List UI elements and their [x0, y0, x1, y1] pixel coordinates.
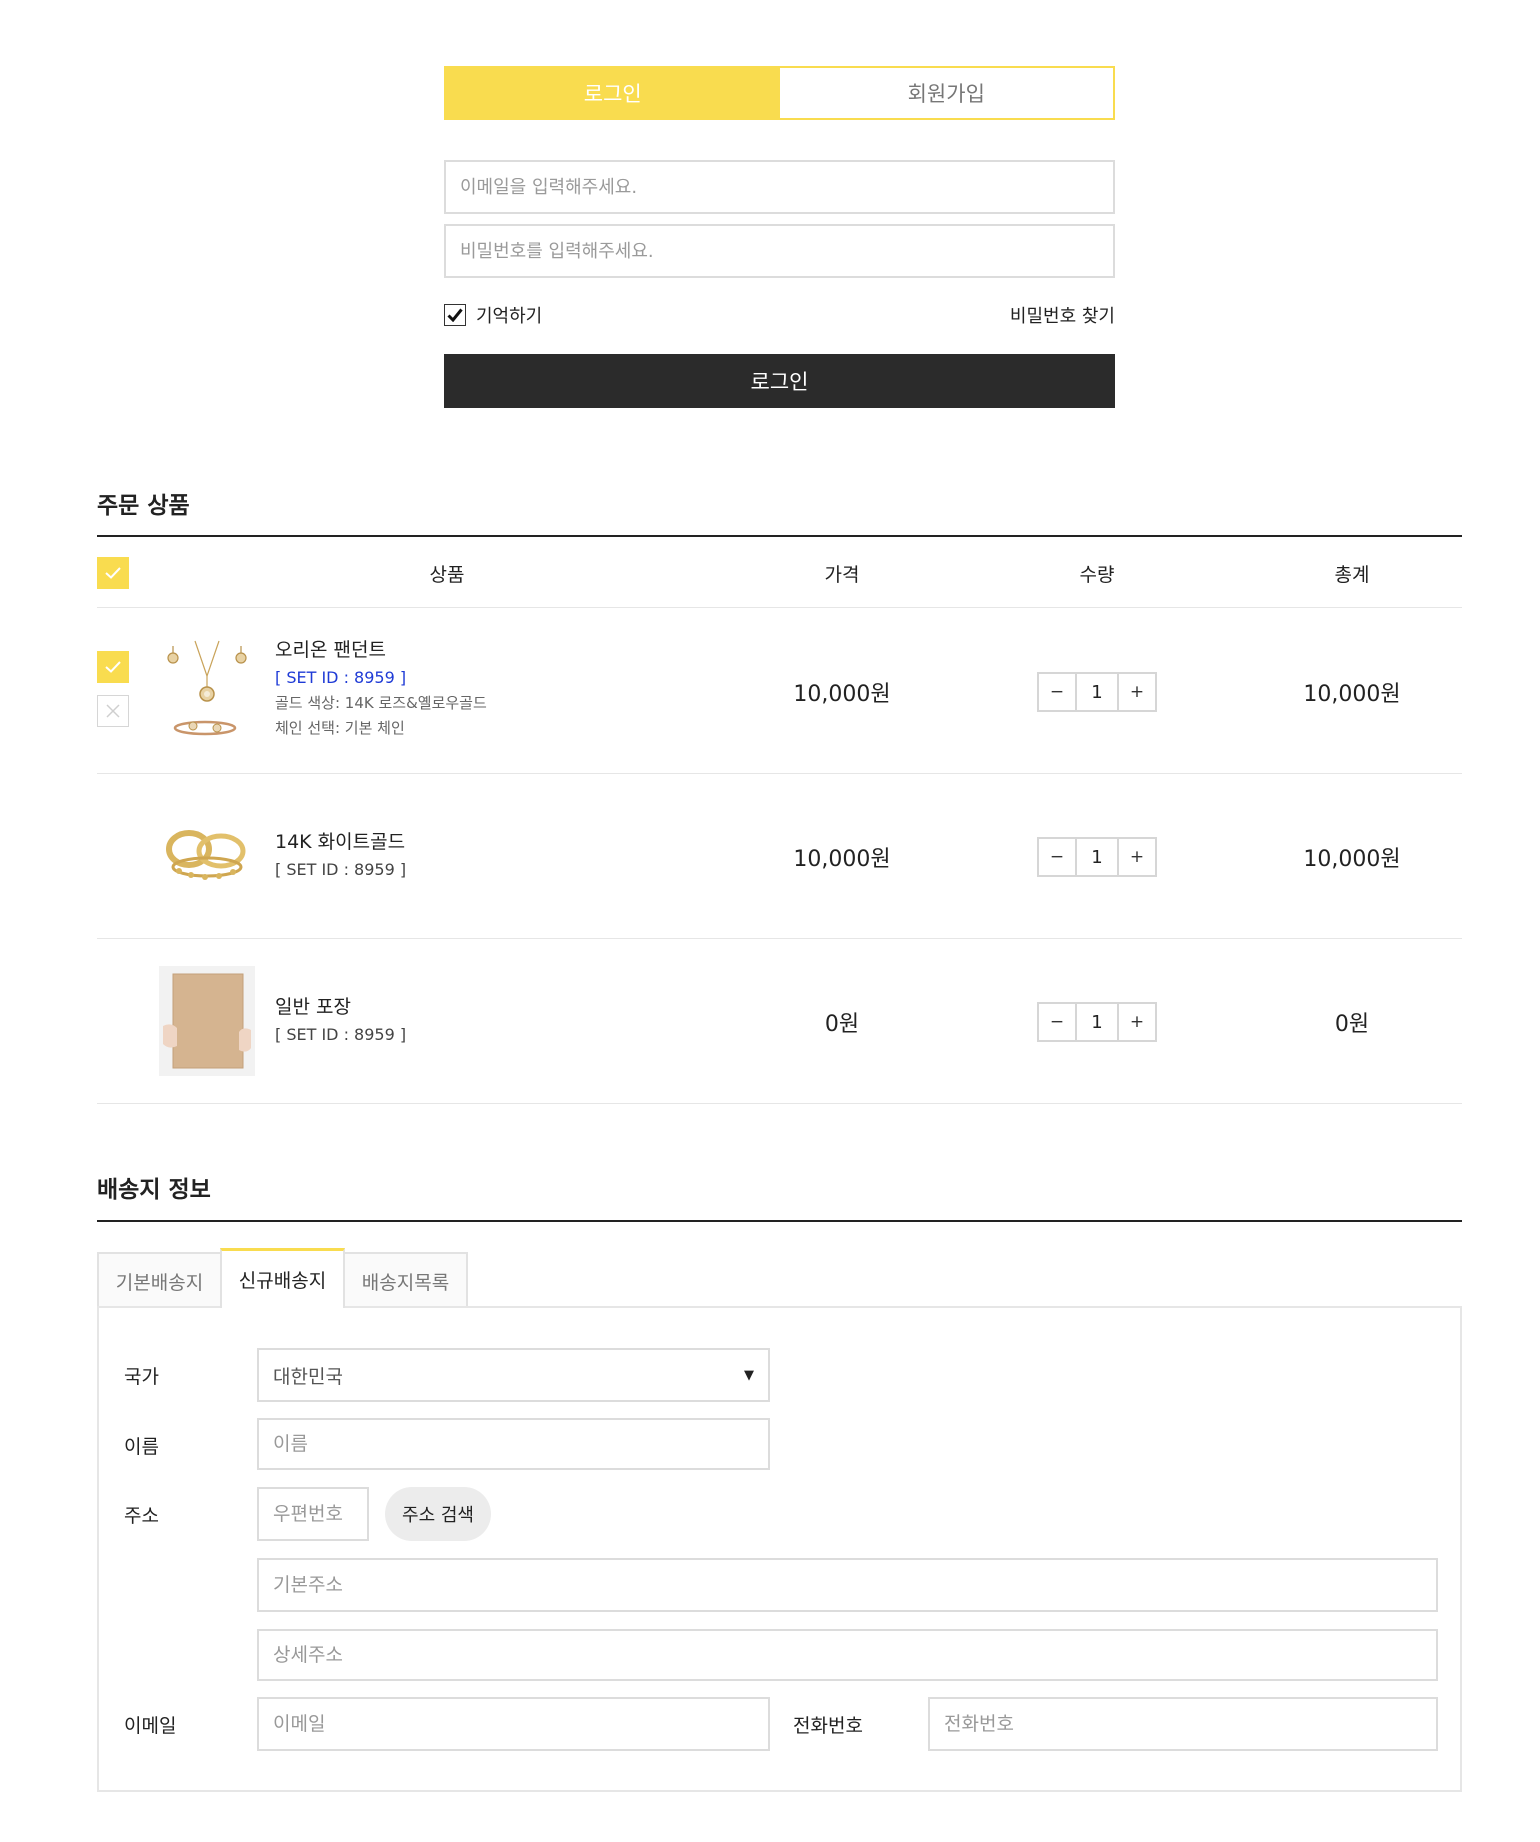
item-total: 10,000원: [1303, 681, 1401, 707]
product-name[interactable]: 오리온 팬던트: [275, 637, 487, 664]
address-label: 주소: [124, 1505, 159, 1527]
email-input[interactable]: [444, 160, 1115, 214]
product-option: 골드 색상: 14K 로즈&옐로우골드: [275, 694, 487, 712]
order-section-divider: [97, 535, 1462, 537]
pendant-image: [159, 636, 255, 746]
product-set-id: [ SET ID : 8959 ]: [275, 1025, 407, 1044]
email-field[interactable]: [257, 1697, 770, 1751]
quantity-increase-button[interactable]: +: [1117, 672, 1157, 712]
shipping-tabs: 기본배송지 신규배송지 배송지목록: [97, 1248, 468, 1308]
box-image: [159, 966, 255, 1076]
country-select-value: 대한민국: [273, 1365, 343, 1388]
item-price: 10,000원: [793, 681, 891, 707]
checkmark-icon: [105, 567, 121, 579]
product-info: 오리온 팬던트 [ SET ID : 8959 ] 골드 색상: 14K 로즈&…: [275, 637, 487, 741]
email-label: 이메일: [124, 1715, 177, 1737]
base-address-input[interactable]: [257, 1558, 1438, 1612]
quantity-decrease-button[interactable]: −: [1037, 672, 1077, 712]
tab-login[interactable]: 로그인: [446, 68, 780, 118]
item-price: 0원: [824, 1011, 860, 1037]
shipping-section-divider: [97, 1220, 1462, 1222]
quantity-increase-button[interactable]: +: [1117, 837, 1157, 877]
quantity-value[interactable]: 1: [1077, 672, 1117, 712]
item-remove-button[interactable]: [97, 695, 129, 727]
quantity-stepper: − 1 +: [1037, 837, 1157, 877]
login-options: 기억하기 비밀번호 찾기: [444, 302, 1115, 328]
password-input[interactable]: [444, 224, 1115, 278]
close-icon: [106, 704, 120, 718]
login-button[interactable]: 로그인: [444, 354, 1115, 408]
column-header-price: 가격: [824, 563, 860, 586]
item-total: 10,000원: [1303, 846, 1401, 872]
address-search-button[interactable]: 주소 검색: [385, 1487, 491, 1541]
item-total: 0원: [1334, 1011, 1370, 1037]
product-name[interactable]: 14K 화이트골드: [275, 829, 406, 856]
quantity-value[interactable]: 1: [1077, 1002, 1117, 1042]
column-header-product: 상품: [429, 563, 465, 586]
tab-default-address[interactable]: 기본배송지: [97, 1252, 222, 1308]
remember-me-label: 기억하기: [476, 306, 543, 327]
product-set-id: [ SET ID : 8959 ]: [275, 860, 407, 879]
quantity-increase-button[interactable]: +: [1117, 1002, 1157, 1042]
shipping-section-title: 배송지 정보: [97, 1177, 211, 1203]
product-info: 일반 포장 [ SET ID : 8959 ]: [275, 994, 406, 1048]
shipping-form: 국가 대한민국 ▼ 이름 주소 주소 검색 이메일 전화번호: [97, 1306, 1462, 1792]
login-tabs: 로그인 회원가입: [444, 66, 1115, 120]
item-select-checkbox[interactable]: [97, 651, 129, 683]
order-section-title: 주문 상품: [97, 493, 190, 519]
quantity-stepper: − 1 +: [1037, 1002, 1157, 1042]
login-panel: 로그인 회원가입 기억하기 비밀번호 찾기 로그인: [444, 66, 1115, 408]
quantity-value[interactable]: 1: [1077, 837, 1117, 877]
tab-signup[interactable]: 회원가입: [779, 68, 1113, 118]
product-name[interactable]: 일반 포장: [275, 994, 406, 1021]
phone-label: 전화번호: [793, 1715, 863, 1737]
name-label: 이름: [124, 1436, 159, 1458]
quantity-decrease-button[interactable]: −: [1037, 1002, 1077, 1042]
name-input[interactable]: [257, 1418, 770, 1470]
quantity-decrease-button[interactable]: −: [1037, 837, 1077, 877]
checkmark-icon[interactable]: [444, 304, 466, 326]
column-header-total: 총계: [1334, 563, 1370, 586]
detail-address-input[interactable]: [257, 1629, 1438, 1681]
remember-me-checkbox[interactable]: 기억하기: [444, 302, 542, 328]
table-row: 일반 포장 [ SET ID : 8959 ] 0원 − 1 + 0원: [97, 939, 1462, 1104]
order-table-header: 상품 가격 수량 총계: [97, 538, 1462, 608]
product-info: 14K 화이트골드 [ SET ID : 8959 ]: [275, 829, 406, 883]
column-header-quantity: 수량: [1079, 563, 1115, 586]
quantity-stepper: − 1 +: [1037, 672, 1157, 712]
country-label: 국가: [124, 1366, 159, 1388]
country-select[interactable]: 대한민국 ▼: [257, 1348, 770, 1402]
product-set-id: [ SET ID : 8959 ]: [275, 668, 407, 687]
phone-input[interactable]: [928, 1697, 1438, 1751]
item-price: 10,000원: [793, 846, 891, 872]
tab-new-address[interactable]: 신규배송지: [220, 1248, 345, 1308]
zipcode-input[interactable]: [257, 1487, 369, 1541]
forgot-password-link[interactable]: 비밀번호 찾기: [1010, 302, 1115, 328]
checkmark-icon: [105, 661, 121, 673]
caret-down-icon: ▼: [744, 1367, 754, 1383]
table-row: 오리온 팬던트 [ SET ID : 8959 ] 골드 색상: 14K 로즈&…: [97, 609, 1462, 774]
table-row: 14K 화이트골드 [ SET ID : 8959 ] 10,000원 − 1 …: [97, 774, 1462, 939]
select-all-checkbox[interactable]: [97, 557, 129, 589]
rings-image: [159, 801, 255, 911]
tab-address-list[interactable]: 배송지목록: [343, 1252, 468, 1308]
product-option: 체인 선택: 기본 체인: [275, 719, 405, 737]
